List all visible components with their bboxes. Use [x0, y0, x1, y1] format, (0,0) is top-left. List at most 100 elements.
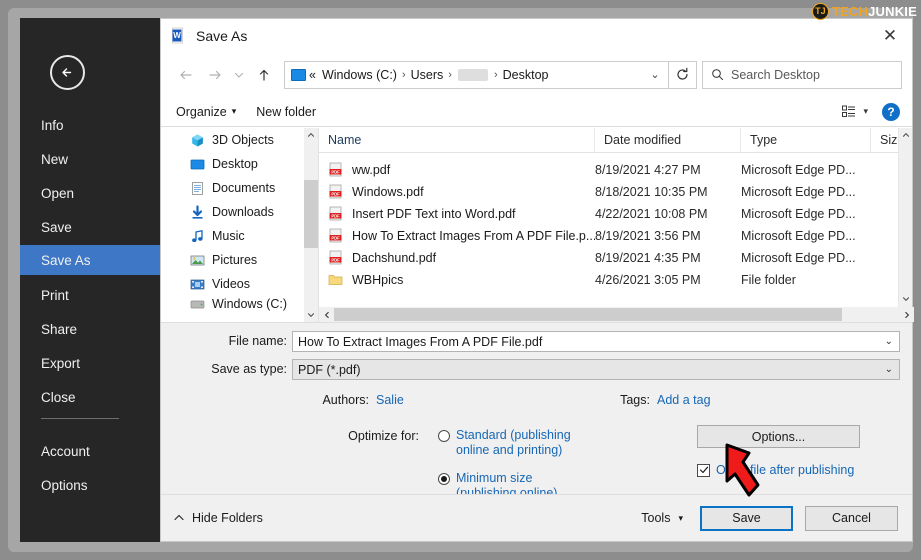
techjunkie-watermark: TJ TECH JUNKIE [811, 1, 917, 21]
sidebar-item-label: New [41, 151, 69, 167]
close-icon[interactable]: ✕ [868, 19, 912, 52]
chevron-down-icon[interactable] [229, 60, 249, 89]
chevron-up-icon [174, 514, 184, 521]
tree-item-videos[interactable]: Videos [161, 272, 318, 296]
sidebar-item-options[interactable]: Options [20, 470, 160, 500]
column-header-date-modified[interactable]: Date modified [595, 128, 741, 152]
breadcrumb-users[interactable]: Users [408, 68, 447, 82]
table-row[interactable]: PDF Dachshund.pdf 8/19/2021 4:35 PM Micr… [319, 247, 912, 269]
file-date-cell: 8/19/2021 4:27 PM [595, 163, 701, 177]
chevron-up-icon[interactable] [304, 128, 318, 142]
column-header-name[interactable]: Name [319, 128, 595, 152]
file-name-input[interactable]: How To Extract Images From A PDF File.pd… [292, 331, 900, 352]
search-input[interactable]: Search Desktop [702, 60, 902, 89]
file-date-cell: 8/18/2021 10:35 PM [595, 185, 708, 199]
chevron-down-icon[interactable] [899, 292, 912, 306]
sidebar-item-account[interactable]: Account [20, 436, 160, 466]
column-label: Date modified [604, 133, 682, 147]
file-browser: 3D Objects Desktop Documents Downloads M… [161, 128, 914, 322]
pdf-file-icon: PDF [328, 184, 344, 200]
backstage-sidebar: Info New Open Save Save As Print Share E… [20, 18, 160, 542]
breadcrumb-separator: › [448, 68, 452, 81]
tree-item-music[interactable]: Music [161, 224, 318, 248]
open-file-after-publishing-checkbox[interactable]: Open file after publishing [697, 463, 854, 477]
chevron-up-icon[interactable] [899, 128, 912, 142]
arrow-right-icon[interactable] [200, 60, 229, 89]
table-row[interactable]: WBHpics 4/26/2021 3:05 PM File folder [319, 269, 912, 291]
chevron-down-icon[interactable]: ⌄ [885, 336, 893, 347]
file-name-cell: PDF How To Extract Images From A PDF Fil… [319, 228, 595, 244]
breadcrumb-username-redacted[interactable] [457, 68, 488, 81]
table-row[interactable]: PDF Insert PDF Text into Word.pdf 4/22/2… [319, 203, 912, 225]
tree-item-desktop[interactable]: Desktop [161, 152, 318, 176]
techjunkie-logo-icon: TJ [811, 2, 829, 20]
chevron-left-icon[interactable] [319, 307, 334, 322]
sidebar-item-export[interactable]: Export [20, 348, 160, 378]
chevron-down-icon[interactable] [304, 308, 318, 322]
file-date-cell: 4/22/2021 10:08 PM [595, 207, 708, 221]
file-type-cell: Microsoft Edge PD... [741, 185, 856, 199]
file-list-horizontal-scrollbar[interactable] [319, 307, 914, 322]
hide-folders-label: Hide Folders [192, 511, 263, 525]
drive-icon [189, 296, 205, 312]
arrow-left-icon[interactable] [171, 60, 200, 89]
chevron-down-icon[interactable]: ⌄ [885, 364, 893, 375]
svg-text:W: W [173, 31, 181, 40]
folder-icon [328, 272, 344, 288]
options-button[interactable]: Options... [697, 425, 860, 448]
chevron-right-icon[interactable] [899, 307, 914, 322]
help-icon[interactable]: ? [882, 102, 900, 121]
tree-item-windows-c[interactable]: Windows (C:) [161, 296, 318, 312]
hide-folders-button[interactable]: Hide Folders [173, 511, 263, 525]
checkbox-checked-icon [697, 463, 710, 477]
save-button[interactable]: Save [700, 505, 793, 531]
table-row[interactable]: PDF How To Extract Images From A PDF Fil… [319, 225, 912, 247]
table-row[interactable]: PDF Windows.pdf 8/18/2021 10:35 PM Micro… [319, 181, 912, 203]
arrow-up-icon[interactable] [249, 60, 278, 89]
svg-text:PDF: PDF [331, 169, 340, 174]
sidebar-item-save-as[interactable]: Save As [20, 245, 160, 275]
radio-standard[interactable]: Standard (publishing online and printing… [438, 428, 571, 458]
sidebar-item-share[interactable]: Share [20, 314, 160, 344]
music-icon [189, 228, 205, 244]
tree-item-downloads[interactable]: Downloads [161, 200, 318, 224]
view-options-button[interactable]: ▾ [841, 104, 868, 120]
tree-item-pictures[interactable]: Pictures [161, 248, 318, 272]
refresh-icon[interactable] [669, 60, 697, 89]
add-tag-link[interactable]: Add a tag [657, 393, 711, 407]
chevron-down-icon[interactable]: ⌄ [644, 68, 666, 81]
sidebar-item-close[interactable]: Close [20, 382, 160, 412]
file-date-cell: 8/19/2021 3:56 PM [595, 229, 701, 243]
address-bar[interactable]: « Windows (C:) › Users › › Desktop ⌄ [284, 60, 669, 89]
back-arrow-icon[interactable] [50, 55, 85, 90]
organize-label: Organize [176, 104, 227, 119]
sidebar-item-save[interactable]: Save [20, 212, 160, 242]
table-row[interactable]: PDF ww.pdf 8/19/2021 4:27 PM Microsoft E… [319, 159, 912, 181]
svg-text:PDF: PDF [331, 213, 340, 218]
horizontal-scroll-thumb[interactable] [334, 308, 842, 321]
new-folder-button[interactable]: New folder [246, 97, 326, 126]
navpane-scroll-thumb[interactable] [304, 180, 318, 248]
cancel-button[interactable]: Cancel [805, 505, 898, 531]
breadcrumb-desktop[interactable]: Desktop [500, 68, 552, 82]
tree-item-documents[interactable]: Documents [161, 176, 318, 200]
tree-item-3d-objects[interactable]: 3D Objects [161, 128, 318, 152]
open-file-after-publishing-label: Open file after publishing [716, 463, 855, 477]
authors-value[interactable]: Salie [376, 393, 404, 407]
column-header-type[interactable]: Type [741, 128, 871, 152]
breadcrumb-windows-c[interactable]: Windows (C:) [319, 68, 400, 82]
save-as-type-select[interactable]: PDF (*.pdf) ⌄ [292, 359, 900, 380]
breadcrumb-overflow[interactable]: « [306, 68, 319, 82]
sidebar-item-new[interactable]: New [20, 144, 160, 174]
tree-item-label: Windows (C:) [212, 297, 288, 311]
organize-button[interactable]: Organize ▾ [166, 97, 246, 126]
sidebar-item-info[interactable]: Info [20, 110, 160, 140]
sidebar-item-label: Share [41, 321, 78, 337]
tools-button[interactable]: Tools ▾ [633, 506, 691, 530]
sidebar-item-open[interactable]: Open [20, 178, 160, 208]
sidebar-item-label: Open [41, 185, 75, 201]
navpane-scrollbar[interactable] [304, 128, 318, 322]
breadcrumb-separator: › [493, 68, 498, 81]
file-list-scrollbar[interactable] [898, 128, 912, 322]
sidebar-item-print[interactable]: Print [20, 280, 160, 310]
